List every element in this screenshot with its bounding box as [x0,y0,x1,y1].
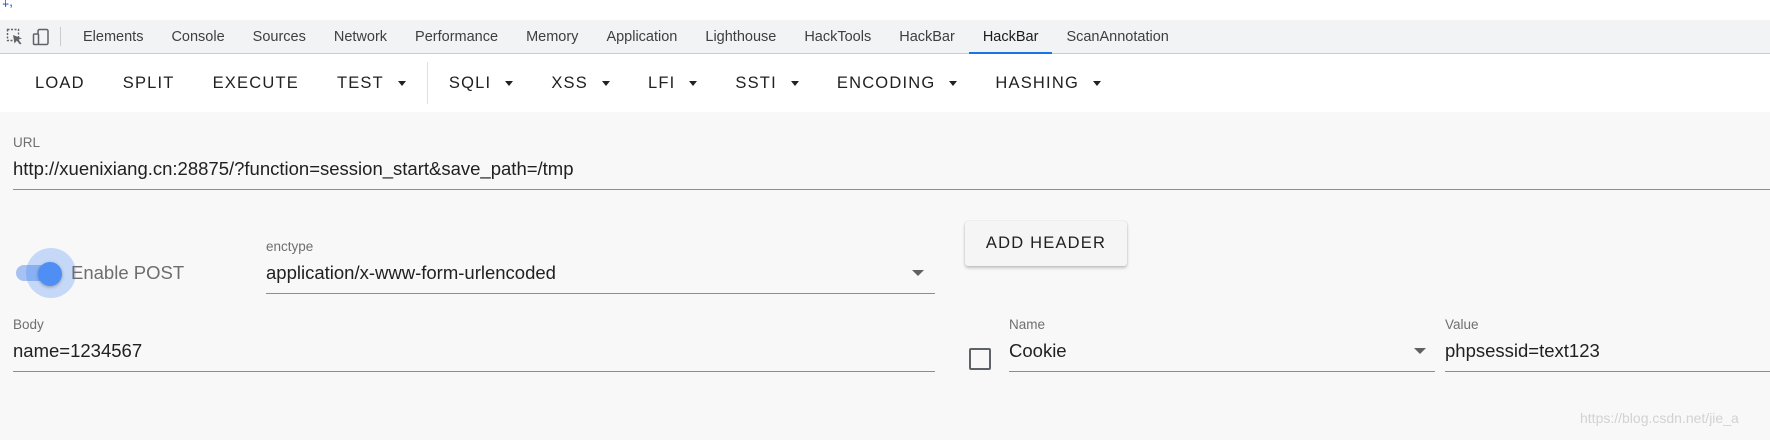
add-header-button[interactable]: ADD HEADER [965,221,1127,266]
tab-hacktools[interactable]: HackTools [790,20,885,53]
encoding-menu-label: ENCODING [836,73,936,92]
watermark-text: https://blog.csdn.net/jie_a [1580,410,1739,426]
toolbar-divider [426,62,428,104]
enctype-dropdown-icon[interactable] [912,270,924,276]
ssti-menu-button[interactable]: SSTI [716,63,817,103]
header-name-dropdown-icon[interactable] [1414,348,1426,354]
caret-down-icon [1092,80,1101,86]
header-name-label: Name [1009,317,1046,332]
xss-menu-label: XSS [551,73,588,92]
caret-down-icon [949,80,958,86]
test-menu-label: TEST [336,73,384,92]
split-button[interactable]: SPLIT [104,63,194,103]
hackbar-form-panel: URL http://xuenixiang.cn:28875/?function… [0,112,1770,440]
body-input-underline [13,371,935,372]
url-input[interactable]: http://xuenixiang.cn:28875/?function=ses… [13,158,574,180]
tab-lighthouse[interactable]: Lighthouse [691,20,790,53]
hashing-menu-button[interactable]: HASHING [976,63,1120,103]
tab-scanannotation[interactable]: ScanAnnotation [1052,20,1182,53]
encoding-menu-button[interactable]: ENCODING [818,63,977,103]
url-input-underline [13,189,1770,190]
enctype-select[interactable]: application/x-www-form-urlencoded [266,262,556,284]
header-value-underline [1445,371,1770,372]
add-header-label: ADD HEADER [985,234,1107,252]
header-name-underline [1009,371,1435,372]
tab-hackbar-active[interactable]: HackBar [968,20,1053,54]
split-button-label: SPLIT [122,73,175,92]
execute-button[interactable]: EXECUTE [194,63,318,103]
caret-down-icon [397,80,406,86]
lfi-menu-button[interactable]: LFI [629,63,716,103]
tab-bar-separator [60,27,61,46]
header-name-select[interactable]: Cookie [1009,340,1067,362]
tab-performance[interactable]: Performance [401,20,512,53]
tab-sources[interactable]: Sources [239,20,320,53]
caret-down-icon [505,80,514,86]
xss-menu-button[interactable]: XSS [532,63,629,103]
caret-down-icon [601,80,610,86]
header-value-label: Value [1445,317,1479,332]
tab-console[interactable]: Console [157,20,238,53]
tab-network[interactable]: Network [320,20,401,53]
tab-hackbar[interactable]: HackBar [885,20,969,53]
load-button-label: LOAD [35,73,85,92]
header-enable-checkbox[interactable] [969,348,991,370]
post-toggle-switch[interactable] [38,262,62,286]
tab-application[interactable]: Application [592,20,691,53]
enctype-label: enctype [266,239,314,254]
enctype-select-underline [266,293,935,294]
hashing-menu-label: HASHING [995,73,1079,92]
devtools-tab-bar: Elements Console Sources Network Perform… [0,20,1770,54]
caret-down-icon [790,80,799,86]
post-toggle-label: Enable POST [71,262,185,283]
sqli-menu-button[interactable]: SQLI [430,63,532,103]
execute-button-label: EXECUTE [212,73,299,92]
load-button[interactable]: LOAD [16,63,104,103]
caret-down-icon [689,80,698,86]
sqli-menu-label: SQLI [448,73,492,92]
hackbar-toolbar: LOAD SPLIT EXECUTE TEST SQLI XSS LFI SST… [0,54,1770,112]
tab-memory[interactable]: Memory [512,20,592,53]
ssti-menu-label: SSTI [735,73,777,92]
test-menu-button[interactable]: TEST [318,63,425,103]
tab-elements[interactable]: Elements [69,20,157,53]
page-text-fragment: ‡, [2,0,13,9]
body-label: Body [13,317,44,332]
page-top-strip: ‡, [0,0,1770,20]
lfi-menu-label: LFI [647,73,676,92]
inspect-element-icon[interactable] [2,20,28,53]
device-toolbar-icon[interactable] [28,20,54,53]
body-input[interactable]: name=1234567 [13,340,142,362]
header-value-input[interactable]: phpsessid=text123 [1445,340,1600,362]
url-label: URL [13,135,41,150]
